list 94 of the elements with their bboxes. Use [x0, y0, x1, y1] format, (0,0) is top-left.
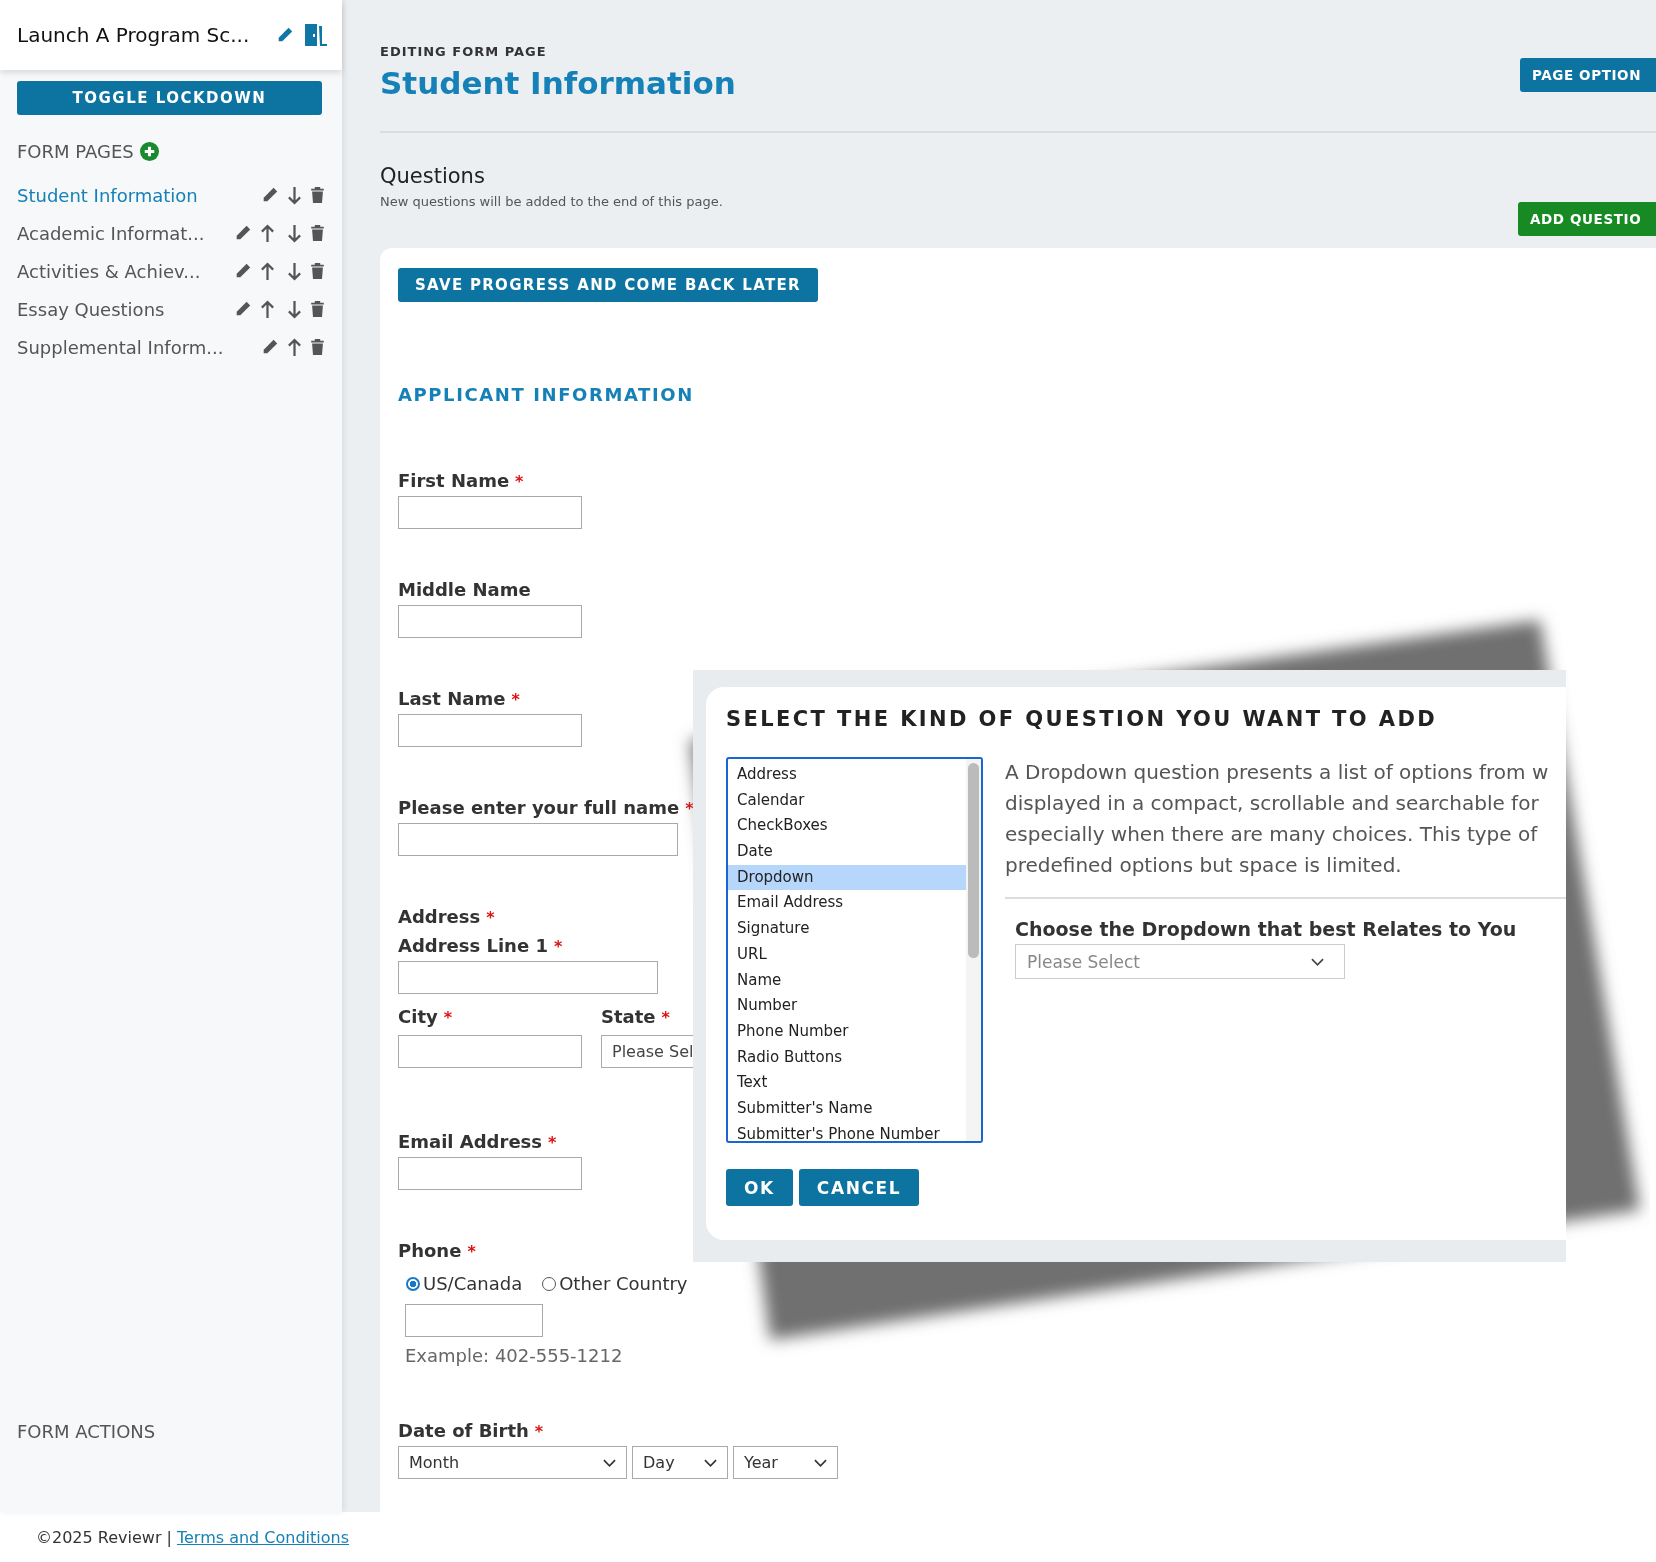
arrow-down-icon[interactable] [287, 223, 302, 243]
dialog-title: SELECT THE KIND OF QUESTION YOU WANT TO ADD [726, 707, 1439, 731]
question-type-option[interactable]: Email Address [728, 890, 966, 917]
preview-label: Choose the Dropdown that best Relates to You [1015, 918, 1518, 940]
scrollbar-thumb[interactable] [968, 763, 979, 958]
address-field[interactable] [398, 961, 658, 994]
trash-icon[interactable] [310, 262, 325, 280]
door-icon[interactable] [302, 23, 328, 47]
date-select[interactable]: Month [398, 1446, 627, 1479]
field-label: Please enter your full name * [398, 797, 694, 818]
page-options-button[interactable]: PAGE OPTION [1520, 58, 1656, 92]
save-progress-button[interactable]: SAVE PROGRESS AND COME BACK LATER [398, 268, 818, 302]
add-page-icon[interactable] [139, 142, 159, 161]
text-field[interactable] [398, 714, 582, 747]
field-label: State * [601, 1006, 670, 1027]
field-label: Email Address * [398, 1131, 557, 1152]
terms-link[interactable]: Terms and Conditions [176, 1527, 350, 1547]
question-type-option[interactable]: Signature [728, 916, 966, 942]
question-type-option[interactable]: Dropdown [728, 864, 966, 891]
question-type-option[interactable]: Radio Buttons [728, 1044, 966, 1071]
radio-button[interactable] [542, 1276, 557, 1291]
field-label: First Name * [398, 470, 524, 491]
pencil-icon[interactable] [261, 186, 279, 204]
form-page-link[interactable]: Student Information [17, 184, 257, 206]
question-type-description: A Dropdown question presents a list of options from w displayed in a compact, scrollable and searchable for especially when there are many choices. This type of predefined options but space is limited. [1005, 757, 1566, 899]
arrow-up-icon[interactable] [260, 261, 275, 281]
arrow-up-icon[interactable] [260, 223, 275, 243]
form-page-link[interactable]: Supplemental Inform... [17, 336, 257, 358]
add-question-button[interactable]: ADD QUESTIO [1518, 202, 1656, 236]
preview-select[interactable]: Please Select [1015, 944, 1345, 979]
arrow-up-icon[interactable] [260, 299, 275, 319]
chevron-down-icon [603, 1458, 616, 1467]
question-type-option[interactable]: Name [728, 967, 966, 994]
pencil-icon[interactable] [261, 338, 279, 356]
ok-button[interactable]: OK [726, 1169, 793, 1206]
form-page-link[interactable]: Academic Informat... [17, 222, 230, 244]
question-type-option[interactable]: Submitter's Phone Number [728, 1121, 966, 1141]
question-type-option[interactable]: Number [728, 993, 966, 1019]
form-title: Launch A Program Sc... [17, 23, 251, 47]
text-field[interactable] [398, 1157, 582, 1190]
question-type-option[interactable]: Calendar [728, 787, 966, 814]
toggle-lockdown-button[interactable]: TOGGLE LOCKDOWN [17, 81, 322, 115]
pencil-icon[interactable] [234, 224, 252, 242]
questions-note: New questions will be added to the end of this page. [380, 194, 723, 209]
page-title: Student Information [380, 65, 736, 101]
city-field[interactable] [398, 1035, 582, 1068]
field-label: Middle Name [398, 579, 531, 600]
pencil-icon[interactable] [234, 262, 252, 280]
field-label: Address Line 1 * [398, 935, 563, 956]
questions-heading: Questions [380, 164, 486, 188]
text-field[interactable] [398, 496, 582, 529]
trash-icon[interactable] [310, 224, 325, 242]
phone-hint: Example: 402-555-1212 [405, 1345, 623, 1366]
radio-label[interactable]: Other Country [559, 1273, 688, 1294]
phone-field[interactable] [405, 1304, 543, 1337]
date-select[interactable]: Day [632, 1446, 728, 1479]
question-type-option[interactable]: URL [728, 941, 966, 968]
field-label: Date of Birth * [398, 1420, 544, 1441]
field-label: City * [398, 1006, 453, 1027]
field-label: Phone * [398, 1240, 476, 1261]
radio-button[interactable] [406, 1276, 420, 1291]
question-type-list[interactable]: Address Calendar CheckBoxes Date Dropdown Email Address Signature URL Name Number Phone Number Radio Buttons Text Submitter's Name Submitter's Phone Number [726, 757, 983, 1143]
question-type-option[interactable]: Date [728, 839, 966, 865]
arrow-up-icon[interactable] [287, 337, 302, 357]
arrow-down-icon[interactable] [287, 185, 302, 205]
arrow-down-icon[interactable] [287, 261, 302, 281]
pencil-icon[interactable] [234, 300, 252, 318]
question-type-option[interactable]: Address [728, 762, 966, 788]
chevron-down-icon [704, 1458, 717, 1467]
pencil-icon[interactable] [276, 26, 294, 44]
chevron-down-icon [1311, 957, 1324, 966]
form-page-link[interactable]: Essay Questions [17, 298, 230, 320]
copyright-text: ©2025 Reviewr | [36, 1527, 172, 1547]
trash-icon[interactable] [310, 338, 325, 356]
text-field[interactable] [398, 823, 678, 856]
chevron-down-icon [814, 1458, 827, 1467]
field-label: Address * [398, 906, 495, 927]
form-actions-heading: FORM ACTIONS [17, 1421, 157, 1442]
radio-label[interactable]: US/Canada [423, 1273, 523, 1294]
question-type-option[interactable]: Phone Number [728, 1018, 966, 1045]
form-pages-heading: FORM PAGES [17, 141, 134, 162]
trash-icon[interactable] [310, 300, 325, 318]
question-type-option[interactable]: Submitter's Name [728, 1095, 966, 1122]
text-field[interactable] [398, 605, 582, 638]
editing-label: EDITING FORM PAGE [380, 44, 548, 59]
trash-icon[interactable] [310, 186, 325, 204]
arrow-down-icon[interactable] [287, 299, 302, 319]
question-type-option[interactable]: CheckBoxes [728, 813, 966, 840]
question-type-option[interactable]: Text [728, 1070, 966, 1096]
section-heading: APPLICANT INFORMATION [398, 384, 694, 405]
cancel-button[interactable]: CANCEL [798, 1169, 920, 1206]
field-label: Last Name * [398, 688, 520, 709]
date-select[interactable]: Year [733, 1446, 838, 1479]
form-page-link[interactable]: Activities & Achiev... [17, 260, 230, 282]
